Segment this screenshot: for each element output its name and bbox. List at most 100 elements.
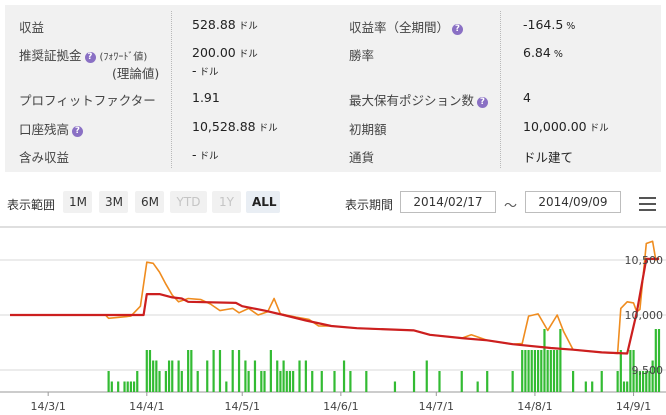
- volume-bar: [136, 371, 139, 392]
- volume-bar: [311, 371, 314, 392]
- currency-label: 通貨: [349, 150, 375, 165]
- volume-bar: [552, 350, 556, 392]
- unrealized-profit-unit: ドル: [199, 151, 219, 162]
- theoretical-value-label: (理論値): [112, 66, 160, 81]
- volume-bar: [145, 350, 148, 392]
- volume-bar: [244, 360, 247, 392]
- volume-bar: [584, 381, 587, 392]
- max-positions-label: 最大保有ポジション数?: [349, 90, 489, 109]
- x-tick-label: 14/3/1: [30, 400, 65, 413]
- profit-label: 収益: [19, 20, 45, 35]
- volume-bar: [657, 329, 661, 392]
- range-1m-button[interactable]: 1M: [63, 191, 92, 213]
- hamburger-menu-icon[interactable]: [639, 197, 656, 211]
- volume-bar: [225, 381, 228, 392]
- volume-bar: [288, 371, 292, 392]
- currency-value: ドル建て: [523, 150, 574, 165]
- volume-bar: [591, 381, 594, 392]
- volume-bar: [486, 371, 489, 392]
- volume-bar: [619, 350, 622, 392]
- volume-bar: [107, 371, 110, 392]
- help-icon[interactable]: ?: [477, 97, 489, 108]
- volume-bar: [279, 371, 282, 392]
- y-tick-label: 10,500: [625, 254, 664, 267]
- x-tick-label: 14/8/1: [517, 400, 552, 413]
- equity-line: [10, 240, 660, 355]
- volume-bar: [180, 371, 183, 392]
- range-ytd-button[interactable]: YTD: [170, 191, 207, 213]
- range-1y-button[interactable]: 1Y: [212, 191, 241, 213]
- forward-value-label: (ﾌｫﾜｰﾄﾞ値): [99, 52, 148, 63]
- volume-bar: [333, 371, 336, 392]
- x-axis-ticks: 14/3/1 14/4/1 14/5/1 14/6/1 14/7/1 14/8/1 14/9…: [30, 400, 651, 413]
- x-tick-label: 14/6/1: [323, 400, 358, 413]
- volume-bar: [438, 371, 441, 392]
- volume-bar: [110, 381, 113, 392]
- volume-bar: [292, 371, 295, 392]
- volume-bar: [543, 329, 546, 392]
- volume-bar: [282, 360, 285, 392]
- volume-bar: [365, 371, 368, 392]
- volume-bar: [654, 329, 657, 392]
- return-rate-amount: -164.5: [523, 17, 564, 32]
- date-from-input[interactable]: 2014/02/17: [400, 191, 496, 213]
- theoretical-margin-amount: -: [192, 63, 197, 78]
- range-all-button[interactable]: ALL: [246, 191, 280, 213]
- unrealized-profit-amount: -: [192, 147, 197, 162]
- account-balance-amount: 10,528.88: [192, 119, 256, 134]
- recommended-margin-unit: ドル: [238, 49, 258, 60]
- date-to-input[interactable]: 2014/09/09: [525, 191, 621, 213]
- volume-bar: [158, 371, 161, 392]
- recommended-margin-value: 200.00 ドル: [192, 45, 258, 60]
- volume-bar: [206, 360, 209, 392]
- volume-bar: [559, 329, 562, 392]
- volume-bar: [263, 371, 266, 392]
- theoretical-margin-value: - ドル: [192, 63, 219, 78]
- theoretical-margin-unit: ドル: [199, 67, 219, 78]
- volume-bar: [460, 371, 463, 392]
- range-3m-button[interactable]: 3M: [99, 191, 128, 213]
- volume-bars: [107, 329, 661, 392]
- y-tick-label: 9,500: [632, 364, 664, 377]
- volume-bar: [171, 360, 174, 392]
- volume-bar: [117, 381, 120, 392]
- win-rate-label: 勝率: [349, 48, 375, 63]
- range-6m-button[interactable]: 6M: [135, 191, 164, 213]
- profit-factor-label: プロフィットファクター: [19, 93, 156, 108]
- x-tick-label: 14/9/1: [616, 400, 651, 413]
- max-positions-value: 4: [523, 90, 531, 105]
- volume-bar: [616, 371, 619, 392]
- volume-bar: [132, 381, 136, 392]
- help-icon[interactable]: ?: [72, 126, 84, 137]
- stats-panel: 収益 528.88 ドル 収益率（全期間）? -164.5% 推奨証拠金? (ﾌｫ…: [5, 5, 661, 172]
- initial-amount-unit: ドル: [589, 123, 609, 134]
- volume-bar: [540, 350, 543, 392]
- volume-bar: [237, 350, 241, 392]
- profit-unit: ドル: [238, 21, 258, 32]
- volume-bar: [425, 360, 428, 392]
- volume-bar: [196, 371, 199, 392]
- volume-bar: [285, 371, 288, 392]
- x-tick-label: 14/5/1: [225, 400, 260, 413]
- chart-controls: 表示範囲 1M 3M 6M YTD 1Y ALL 表示期間 2014/02/17…: [0, 188, 666, 218]
- profit-factor-value: 1.91: [192, 90, 220, 105]
- x-tick-label: 14/4/1: [129, 400, 164, 413]
- return-rate-value: -164.5%: [523, 17, 575, 32]
- initial-amount-value: 10,000.00 ドル: [523, 119, 609, 134]
- help-icon[interactable]: ?: [452, 24, 464, 35]
- account-balance-label: 口座残高?: [19, 119, 84, 138]
- column-divider: [500, 11, 501, 168]
- max-positions-label-text: 最大保有ポジション数: [349, 93, 475, 108]
- volume-bar: [537, 350, 540, 392]
- volume-bar: [320, 371, 323, 392]
- profit-value: 528.88 ドル: [192, 17, 258, 32]
- volume-bar: [155, 360, 158, 392]
- volume-bar: [556, 350, 559, 392]
- balance-chart: 10,500 10,000 9,500 14/3/1 14/4/1 14/5/1 14/6…: [0, 226, 666, 413]
- display-range-label: 表示範囲: [7, 198, 56, 212]
- volume-bar: [511, 371, 514, 392]
- volume-bar: [524, 350, 527, 392]
- recommended-margin-amount: 200.00: [192, 45, 236, 60]
- help-icon[interactable]: ?: [84, 52, 96, 63]
- volume-bar: [148, 350, 152, 392]
